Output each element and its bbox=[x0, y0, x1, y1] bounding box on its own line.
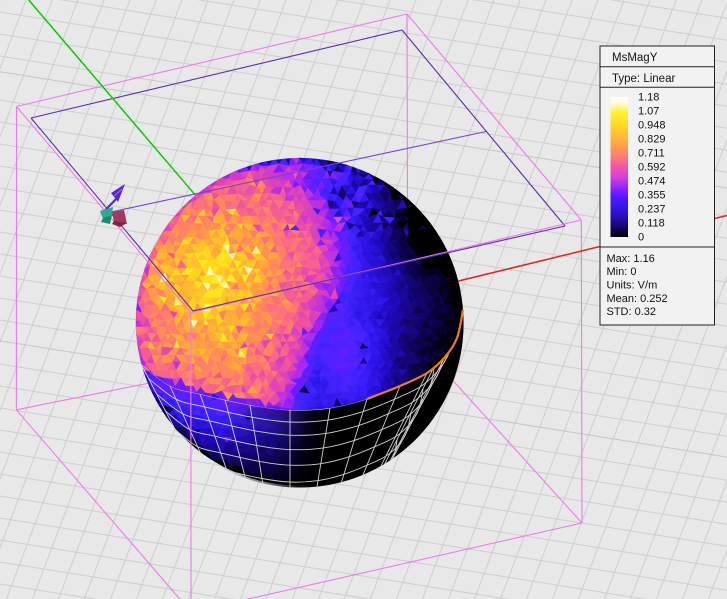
svg-text:0.592: 0.592 bbox=[638, 162, 666, 174]
svg-text:0.474: 0.474 bbox=[638, 176, 666, 188]
svg-text:STD: 0.32: STD: 0.32 bbox=[607, 306, 657, 318]
svg-text:0.829: 0.829 bbox=[638, 134, 666, 146]
svg-text:Mean: 0.252: Mean: 0.252 bbox=[607, 293, 668, 305]
svg-text:0: 0 bbox=[638, 232, 644, 244]
svg-text:Min: 0: Min: 0 bbox=[607, 266, 637, 278]
svg-text:0.355: 0.355 bbox=[638, 190, 666, 202]
svg-text:0.711: 0.711 bbox=[638, 148, 665, 160]
svg-text:0.118: 0.118 bbox=[638, 218, 665, 230]
svg-text:Units: V/m: Units: V/m bbox=[607, 280, 658, 292]
svg-text:Type: Linear: Type: Linear bbox=[612, 73, 675, 85]
svg-text:0.237: 0.237 bbox=[638, 204, 666, 216]
svg-text:1.07: 1.07 bbox=[638, 106, 659, 118]
svg-text:MsMagY: MsMagY bbox=[612, 52, 658, 64]
svg-text:0.948: 0.948 bbox=[638, 120, 666, 132]
svg-text:1.18: 1.18 bbox=[638, 92, 659, 104]
svg-text:Max: 1.16: Max: 1.16 bbox=[607, 253, 655, 265]
